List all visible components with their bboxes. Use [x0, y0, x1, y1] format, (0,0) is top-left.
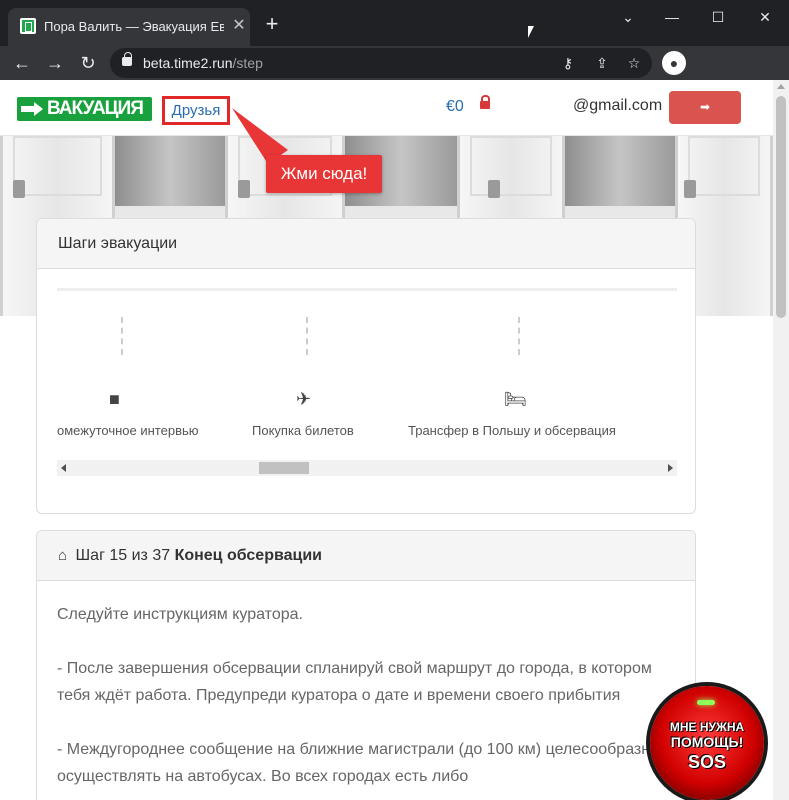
instruction-paragraph: Следуйте инструкциям куратора. — [57, 606, 303, 623]
evacuation-steps-panel: Шаги эвакуации ■ омежуточное интервью ✈ … — [36, 218, 696, 514]
tab-title: Пора Валить — Эвакуация Евгения — [44, 19, 224, 34]
steps-timeline-line — [57, 288, 677, 291]
key-icon[interactable]: ⚷ — [558, 53, 578, 73]
sos-led-indicator — [697, 700, 715, 705]
new-tab-button[interactable]: + — [262, 13, 282, 35]
step-dash — [518, 317, 520, 355]
browser-tab[interactable]: Пора Валить — Эвакуация Евгения ✕ — [8, 8, 250, 46]
steps-panel-title: Шаги эвакуации — [37, 219, 695, 269]
unlock-icon[interactable] — [480, 95, 490, 109]
hero-gap — [115, 136, 225, 206]
step-counter: Шаг 15 из 37 — [75, 547, 171, 564]
favicon-icon — [20, 18, 36, 34]
scroll-thumb[interactable] — [259, 462, 309, 474]
forward-arrow-icon[interactable]: → — [43, 51, 67, 75]
browser-titlebar: Пора Валить — Эвакуация Евгения ✕ + ⌄ — … — [0, 0, 789, 46]
logout-button[interactable]: ➡ — [669, 91, 741, 124]
step-instructions: Следуйте инструкциям куратора. - После з… — [37, 581, 695, 790]
door-handle — [13, 180, 25, 198]
balance-amount[interactable]: €0 — [446, 98, 464, 116]
door-panel — [470, 136, 552, 196]
hero-gap — [565, 136, 675, 206]
current-step-panel: ⌂ Шаг 15 из 37 Конец обсервации Следуйте… — [36, 530, 696, 800]
instruction-paragraph: - После завершения обсервации спланируй … — [57, 660, 652, 704]
url-text[interactable]: beta.time2.run/step — [143, 55, 263, 71]
door-handle — [488, 180, 500, 198]
logo-text: ВАКУАЦИЯ — [47, 98, 144, 119]
click-here-tooltip: Жми сюда! — [266, 155, 382, 193]
steps-horizontal-scrollbar[interactable] — [57, 460, 677, 476]
step-label: омежуточное интервью — [57, 423, 199, 438]
step-label: Трансфер в Польшу и обсервация — [408, 423, 616, 438]
plane-icon: ✈ — [296, 389, 312, 409]
step-title: Конец обсервации — [174, 547, 323, 564]
door-panel — [688, 136, 760, 196]
step-item[interactable]: ■ омежуточное интервью — [57, 317, 237, 447]
browser-toolbar: ← → ↻ beta.time2.run/step ⚷ ⇪ ☆ ● — [0, 46, 789, 80]
url-domain: beta.time2.run — [143, 55, 233, 71]
site-header: ВАКУАЦИЯ Друзья €0 @gmail.com ➡ — [0, 80, 773, 136]
mouse-cursor-icon — [528, 26, 534, 38]
home-icon: ⌂ — [58, 547, 68, 564]
scroll-up-arrow-icon[interactable] — [777, 84, 785, 89]
logout-icon: ➡ — [699, 100, 711, 114]
scroll-left-arrow-icon[interactable] — [61, 464, 66, 472]
tab-close-icon[interactable]: ✕ — [230, 17, 248, 35]
door-handle — [238, 180, 250, 198]
address-bar[interactable]: beta.time2.run/step ⚷ ⇪ ☆ — [110, 48, 652, 78]
page-vertical-scrollbar[interactable] — [773, 80, 789, 800]
url-path: /step — [232, 55, 263, 71]
sos-line-3: SOS — [687, 752, 726, 772]
reload-icon[interactable]: ↻ — [76, 51, 100, 75]
instruction-paragraph: - Междугороднее сообщение на ближние маг… — [57, 741, 659, 785]
scroll-right-arrow-icon[interactable] — [668, 464, 673, 472]
sos-line-2: ПОМОЩЬ! — [670, 734, 744, 750]
bed-icon: 🛏 — [504, 389, 527, 409]
bookmark-star-icon[interactable]: ☆ — [624, 53, 644, 73]
site-logo[interactable]: ВАКУАЦИЯ — [17, 97, 152, 121]
tab-search-chevron-icon[interactable]: ⌄ — [616, 8, 640, 26]
user-email: @gmail.com — [573, 97, 663, 114]
minimize-button[interactable]: — — [660, 8, 684, 26]
sos-help-button[interactable]: МНЕ НУЖНА ПОМОЩЬ! SOS — [650, 686, 764, 800]
back-arrow-icon[interactable]: ← — [10, 51, 34, 75]
step-item[interactable]: 🛏 Трансфер в Польшу и обсервация — [408, 317, 638, 447]
friends-link[interactable]: Друзья — [162, 96, 230, 125]
step-label: Покупка билетов — [252, 423, 354, 438]
door-panel — [13, 136, 102, 196]
step-dash — [121, 317, 123, 355]
current-step-header: ⌂ Шаг 15 из 37 Конец обсервации — [37, 531, 695, 581]
close-window-button[interactable]: ✕ — [753, 8, 777, 26]
profile-avatar-icon[interactable]: ● — [662, 51, 686, 75]
video-camera-icon: ■ — [109, 389, 120, 409]
exit-arrow-icon — [17, 97, 47, 121]
page-scroll-thumb[interactable] — [776, 96, 786, 318]
page-content: ВАКУАЦИЯ Друзья €0 @gmail.com ➡ Жми сюда… — [0, 80, 789, 800]
door-handle — [684, 180, 696, 198]
step-dash — [306, 317, 308, 355]
maximize-button[interactable]: ☐ — [706, 8, 730, 26]
share-icon[interactable]: ⇪ — [592, 53, 612, 73]
sos-line-1: МНЕ НУЖНА — [669, 720, 745, 734]
step-item[interactable]: ✈ Покупка билетов — [252, 317, 362, 447]
lock-icon[interactable] — [122, 52, 132, 66]
